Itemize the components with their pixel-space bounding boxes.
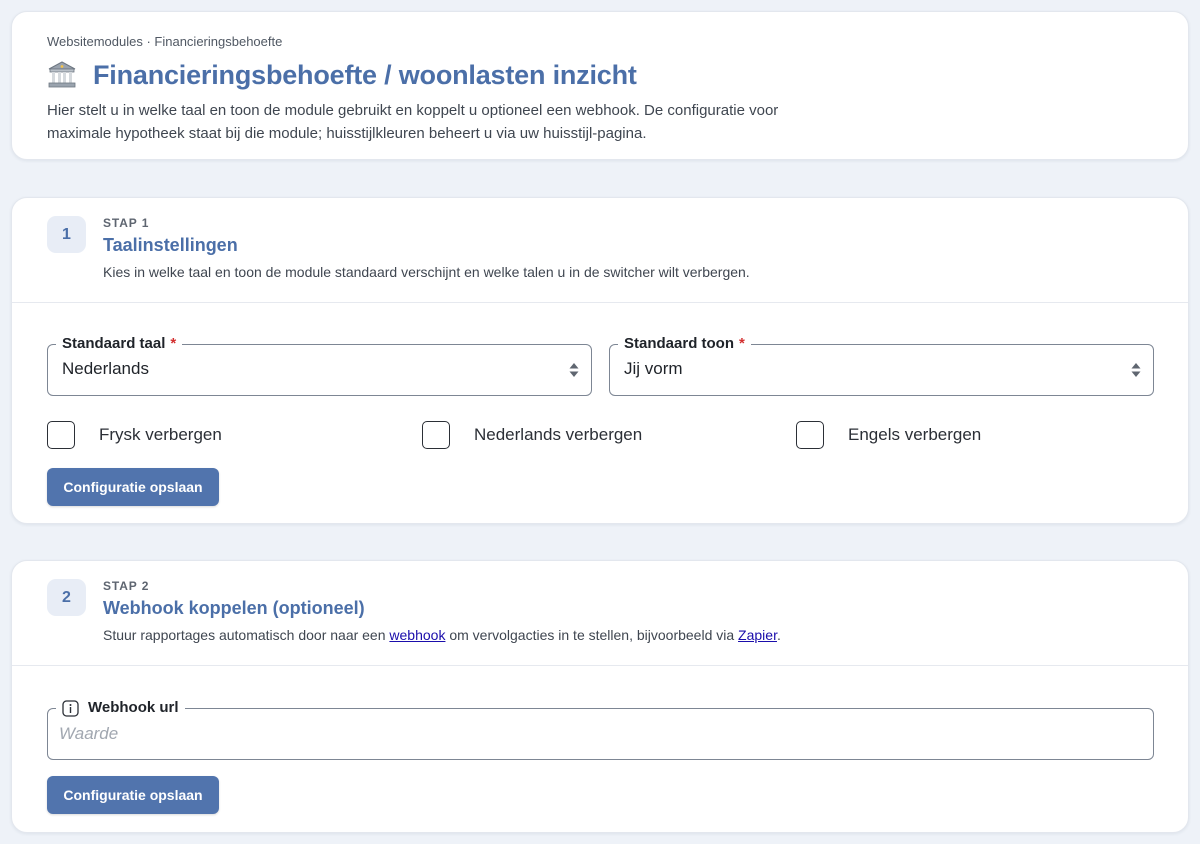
checkbox-box[interactable]	[422, 421, 450, 449]
language-select[interactable]: Standaard taal * Nederlands	[47, 334, 592, 396]
step2-number-badge: 2	[47, 579, 86, 616]
step2-header: 2 STAP 2 Webhook koppelen (optioneel) St…	[12, 561, 1188, 666]
zapier-link[interactable]: Zapier	[738, 627, 777, 643]
tone-label-text: Standaard toon	[624, 335, 735, 352]
checkbox-label: Engels verbergen	[848, 425, 982, 444]
step2-desc-prefix: Stuur rapportages automatisch door naar …	[103, 627, 390, 643]
save-config-button[interactable]: Configuratie opslaan	[47, 468, 219, 506]
step1-description: Kies in welke taal en toon de module sta…	[103, 264, 750, 280]
step2-title: Webhook koppelen (optioneel)	[103, 598, 365, 618]
step1-title: Taalinstellingen	[103, 235, 238, 255]
step1-number-badge: 1	[47, 216, 86, 253]
step1-card: 1 STAP 1 Taalinstellingen Kies in welke …	[11, 197, 1189, 524]
page-title-row: Financieringsbehoefte / woonlasten inzic…	[47, 59, 1188, 91]
bank-icon	[48, 61, 76, 88]
header-card: Websitemodules · Financieringsbehoefte F…	[11, 11, 1189, 160]
hide-engels-checkbox[interactable]: Engels verbergen	[796, 421, 981, 449]
language-select-value: Nederlands	[62, 359, 149, 378]
step2-desc-suffix: .	[776, 627, 781, 643]
page-description: Hier stelt u in welke taal en toon de mo…	[47, 102, 779, 142]
page-title: Financieringsbehoefte / woonlasten inzic…	[93, 60, 637, 90]
required-mark: *	[739, 335, 745, 352]
language-label-text: Standaard taal	[62, 335, 166, 352]
select-arrows-icon	[569, 363, 579, 377]
webhook-url-field[interactable]: Webhook url	[47, 698, 1154, 760]
webhook-url-input[interactable]	[48, 709, 1153, 759]
step1-kicker: STAP 1	[103, 216, 150, 230]
select-arrows-icon	[1131, 363, 1141, 377]
checkbox-label: Frysk verbergen	[99, 425, 222, 444]
step1-header: 1 STAP 1 Taalinstellingen Kies in welke …	[12, 198, 1188, 303]
hide-nederlands-checkbox[interactable]: Nederlands verbergen	[422, 421, 642, 449]
checkbox-box[interactable]	[796, 421, 824, 449]
step2-kicker: STAP 2	[103, 579, 150, 593]
step2-desc-middle: om vervolgacties in te stellen, bijvoorb…	[445, 627, 739, 643]
required-mark: *	[170, 335, 177, 352]
hide-frysk-checkbox[interactable]: Frysk verbergen	[47, 421, 222, 449]
breadcrumb: Websitemodules · Financieringsbehoefte	[47, 34, 283, 49]
save-config-button[interactable]: Configuratie opslaan	[47, 776, 219, 814]
checkbox-label: Nederlands verbergen	[474, 425, 643, 444]
step2-description: Stuur rapportages automatisch door naar …	[103, 627, 781, 643]
language-select-label: Standaard taal *	[56, 334, 183, 354]
tone-select-value: Jij vorm	[624, 359, 683, 378]
checkbox-box[interactable]	[47, 421, 75, 449]
tone-select[interactable]: Standaard toon * Jij vorm	[609, 334, 1154, 396]
webhook-link[interactable]: webhook	[389, 627, 445, 643]
step2-card: 2 STAP 2 Webhook koppelen (optioneel) St…	[11, 560, 1189, 833]
tone-select-label: Standaard toon *	[618, 334, 751, 354]
